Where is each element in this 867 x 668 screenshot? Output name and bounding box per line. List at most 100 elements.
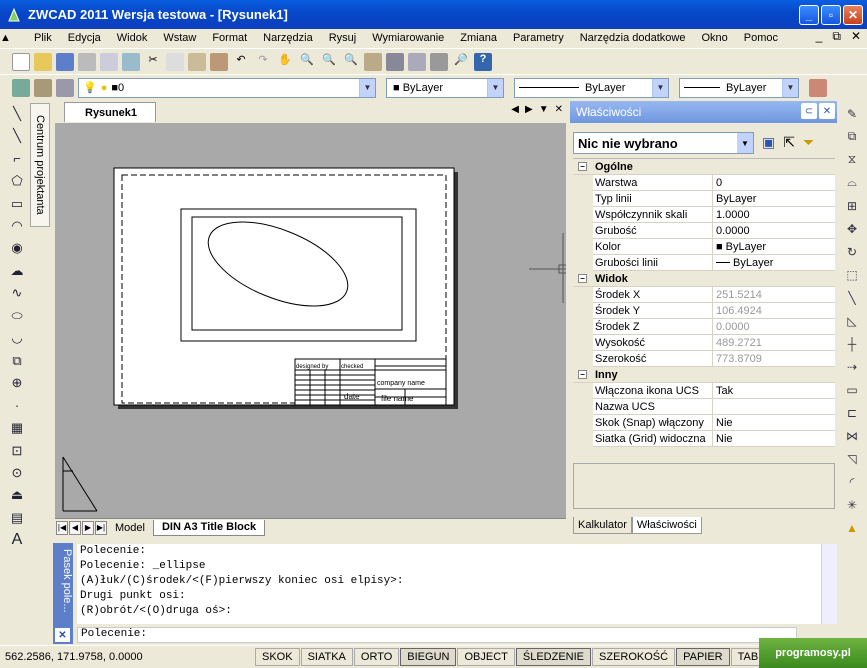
tab-model[interactable]: Model bbox=[107, 520, 153, 536]
properties-icon[interactable] bbox=[364, 52, 382, 71]
toggle-pickadd-icon[interactable]: ▣ bbox=[762, 134, 775, 151]
explode-icon[interactable]: ✳ bbox=[844, 495, 860, 514]
array-icon[interactable]: ⊞ bbox=[844, 196, 860, 215]
lengthen-icon[interactable]: ◺ bbox=[844, 311, 860, 330]
prop-value[interactable]: Tak bbox=[713, 385, 733, 397]
lineweight-toggle[interactable]: SZEROKOŚĆ bbox=[592, 648, 676, 666]
prop-row-center-x[interactable]: Środek X 251.5214 bbox=[573, 286, 835, 303]
tab-next-icon[interactable]: ▶ bbox=[525, 104, 533, 115]
zoom-previous-icon[interactable]: 🔍 bbox=[342, 53, 360, 71]
arc-icon[interactable]: ◠ bbox=[9, 216, 25, 235]
pan-icon[interactable]: ✋ bbox=[276, 53, 294, 71]
prop-row-layer[interactable]: Warstwa 0 bbox=[573, 174, 835, 191]
join-icon[interactable]: ⋈ bbox=[844, 426, 860, 445]
prop-row-height[interactable]: Wysokość 489.2721 bbox=[573, 334, 835, 351]
tab-rysunek1[interactable]: Rysunek1 bbox=[64, 102, 156, 122]
layer-select[interactable]: 💡 ● ■ 0 ▼ bbox=[78, 77, 376, 98]
linetype-select[interactable]: ByLayer ▼ bbox=[514, 77, 669, 98]
match-properties-icon[interactable] bbox=[210, 52, 228, 71]
rotate-icon[interactable]: ↻ bbox=[844, 242, 860, 261]
ortho-toggle[interactable]: ORTO bbox=[353, 648, 400, 666]
drawing-canvas[interactable]: designed by checked company name date fi… bbox=[55, 123, 566, 518]
menu-parametry[interactable]: Parametry bbox=[505, 32, 572, 44]
prop-row-grid[interactable]: Siatka (Grid) widoczna Nie bbox=[573, 430, 835, 447]
make-layer-current-icon[interactable] bbox=[34, 78, 52, 97]
osnap-toggle[interactable]: OBJECT bbox=[457, 648, 515, 666]
prop-row-center-z[interactable]: Środek Z 0.0000 bbox=[573, 318, 835, 335]
polygon-icon[interactable]: ⬠ bbox=[9, 171, 25, 190]
publish-icon[interactable] bbox=[122, 52, 140, 71]
select-objects-icon[interactable]: ⇱ bbox=[783, 134, 795, 151]
grid-toggle[interactable]: SIATKA bbox=[300, 648, 353, 666]
command-input[interactable]: Polecenie: bbox=[77, 627, 797, 643]
command-panel-close-icon[interactable]: ✕ bbox=[55, 628, 70, 642]
tab-din-a3-title-block[interactable]: DIN A3 Title Block bbox=[152, 519, 266, 536]
calculator-icon[interactable] bbox=[430, 52, 448, 71]
text-icon[interactable]: A bbox=[9, 531, 25, 550]
new-icon[interactable] bbox=[12, 52, 30, 71]
prop-row-snap[interactable]: Skok (Snap) włączony Nie bbox=[573, 414, 835, 431]
prev-layout-icon[interactable]: ◀ bbox=[69, 520, 81, 535]
tab-list-icon[interactable]: ▼ bbox=[539, 104, 549, 115]
save-icon[interactable] bbox=[56, 52, 74, 71]
copy-object-icon[interactable]: ⧉ bbox=[844, 127, 860, 146]
ellipse-icon[interactable]: ⬭ bbox=[9, 306, 25, 325]
prop-row-lineweight[interactable]: Grubości linii ByLayer bbox=[573, 254, 835, 271]
flatten-icon[interactable]: ▲ bbox=[844, 518, 860, 537]
break-at-point-icon[interactable]: ⊏ bbox=[844, 403, 860, 422]
point-icon[interactable]: · bbox=[9, 396, 25, 415]
wipeout-icon[interactable]: ⏏ bbox=[9, 486, 25, 505]
collapse-icon[interactable]: − bbox=[578, 162, 587, 171]
revision-cloud-icon[interactable]: ☁ bbox=[9, 261, 25, 280]
category-view[interactable]: − Widok bbox=[573, 271, 835, 287]
otrack-toggle[interactable]: ŚLEDZENIE bbox=[515, 648, 592, 666]
menu-wstaw[interactable]: Wstaw bbox=[155, 32, 204, 44]
boundary-icon[interactable]: ⊙ bbox=[9, 463, 25, 482]
polar-toggle[interactable]: BIEGUN bbox=[400, 648, 457, 666]
mirror-icon[interactable]: ⧖ bbox=[844, 150, 860, 169]
open-icon[interactable] bbox=[34, 52, 52, 71]
selection-select[interactable]: Nic nie wybrano ▼ bbox=[573, 132, 754, 154]
category-general[interactable]: − Ogólne bbox=[573, 159, 835, 175]
ray-icon[interactable]: ╲ bbox=[9, 126, 25, 145]
prop-row-ucs-icon[interactable]: Włączona ikona UCS Tak bbox=[573, 382, 835, 399]
prop-row-width[interactable]: Szerokość 773.8709 bbox=[573, 350, 835, 367]
menu-narzedzia-dodatkowe[interactable]: Narzędzia dodatkowe bbox=[572, 32, 694, 44]
menu-edycja[interactable]: Edycja bbox=[60, 32, 109, 44]
tab-close-icon[interactable]: ✕ bbox=[555, 104, 563, 115]
undo-icon[interactable]: ↶ bbox=[232, 53, 250, 71]
category-misc[interactable]: − Inny bbox=[573, 367, 835, 383]
menu-plik[interactable]: Plik bbox=[26, 32, 60, 44]
lineweight-select[interactable]: ByLayer ▼ bbox=[679, 77, 799, 98]
prop-value[interactable]: ByLayer bbox=[713, 193, 756, 205]
mdi-minimize-icon[interactable]: _ bbox=[816, 29, 823, 44]
hatch-icon[interactable]: ▦ bbox=[9, 418, 25, 437]
circle-icon[interactable]: ◉ bbox=[9, 239, 25, 258]
chamfer-icon[interactable]: ◹ bbox=[844, 449, 860, 468]
menu-narzedzia[interactable]: Narzędzia bbox=[255, 32, 321, 44]
zoom-realtime-icon[interactable]: 🔍 bbox=[298, 53, 316, 71]
fillet-icon[interactable]: ◜ bbox=[844, 472, 860, 491]
panel-close-icon[interactable]: ✕ bbox=[819, 103, 835, 119]
next-layout-icon[interactable]: ▶ bbox=[82, 520, 94, 535]
collapse-icon[interactable]: − bbox=[578, 274, 587, 283]
zoom-window-icon[interactable]: 🔍 bbox=[320, 53, 338, 71]
menu-okno[interactable]: Okno bbox=[694, 32, 736, 44]
offset-icon[interactable]: ⌓ bbox=[844, 173, 860, 192]
layer-manager-icon[interactable] bbox=[12, 78, 30, 97]
line-icon[interactable]: ╲ bbox=[9, 104, 25, 123]
prop-row-color[interactable]: Kolor ■ ByLayer bbox=[573, 238, 835, 255]
menu-format[interactable]: Format bbox=[204, 32, 255, 44]
quick-select-icon[interactable]: ⏷ bbox=[803, 134, 814, 151]
snap-toggle[interactable]: SKOK bbox=[255, 648, 300, 666]
move-icon[interactable]: ✥ bbox=[844, 219, 860, 238]
prop-value[interactable]: 1.0000 bbox=[713, 209, 750, 221]
command-scrollbar[interactable] bbox=[821, 544, 837, 624]
scale-icon[interactable]: ⬚ bbox=[844, 265, 860, 284]
prop-row-linetype[interactable]: Typ linii ByLayer bbox=[573, 190, 835, 207]
first-layout-icon[interactable]: |◀ bbox=[56, 520, 68, 535]
make-block-icon[interactable]: ⊕ bbox=[9, 373, 25, 392]
stretch-icon[interactable]: ╲ bbox=[844, 288, 860, 307]
prop-row-ltscale[interactable]: Współczynnik skali 1.0000 bbox=[573, 206, 835, 223]
collapse-icon[interactable]: − bbox=[578, 370, 587, 379]
